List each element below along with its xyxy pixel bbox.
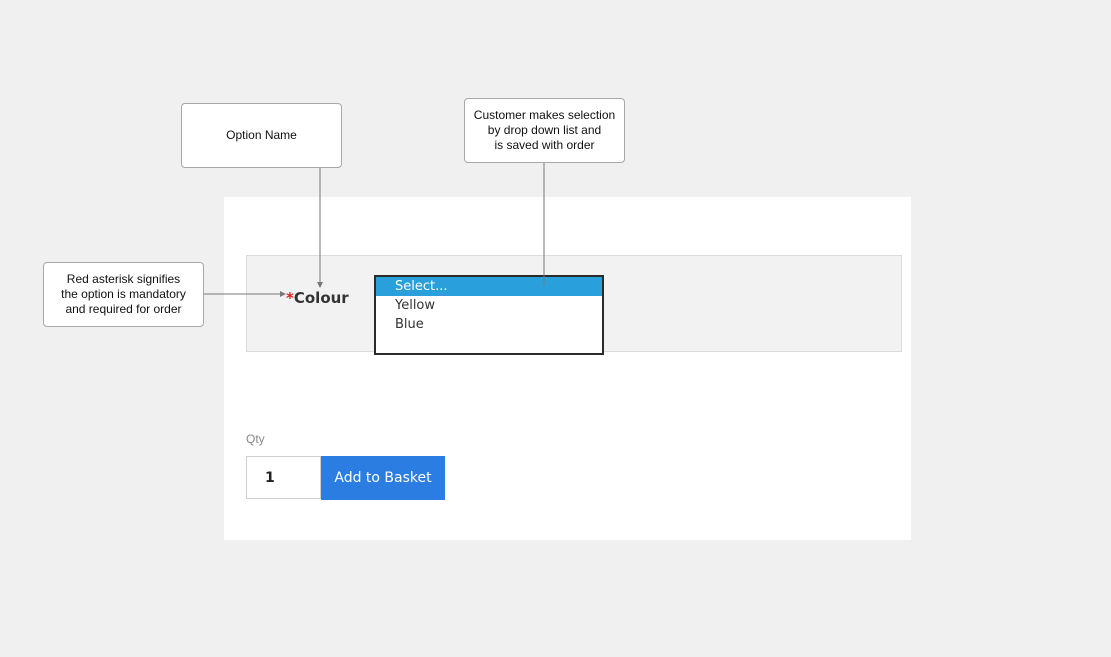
option-name: Colour [293, 289, 349, 307]
callout-red-asterisk: Red asterisk signifies the option is man… [43, 262, 204, 327]
callout-text-line: and required for order [65, 302, 182, 316]
callout-option-name: Option Name [181, 103, 342, 168]
callout-text-line: Option Name [226, 128, 297, 142]
required-asterisk: * [286, 289, 294, 307]
option-label: *Colour [286, 289, 349, 307]
callout-text-line: Customer makes selection [473, 108, 616, 122]
colour-dropdown-list[interactable]: Select... Yellow Blue [374, 275, 604, 355]
add-to-basket-button[interactable]: Add to Basket [321, 456, 445, 500]
callout-text-line: Red asterisk signifies [66, 272, 181, 286]
callout-text-line: the option is mandatory [61, 287, 186, 301]
callout-text-line: is saved with order [494, 138, 595, 152]
callout-text-line: by drop down list and [487, 123, 602, 137]
qty-input[interactable] [246, 456, 321, 499]
dropdown-option-select[interactable]: Select... [376, 277, 602, 296]
dropdown-option-yellow[interactable]: Yellow [376, 296, 602, 315]
dropdown-option-blue[interactable]: Blue [376, 315, 602, 334]
callout-dropdown-selection: Customer makes selection by drop down li… [464, 98, 625, 163]
qty-label: Qty [246, 432, 265, 446]
